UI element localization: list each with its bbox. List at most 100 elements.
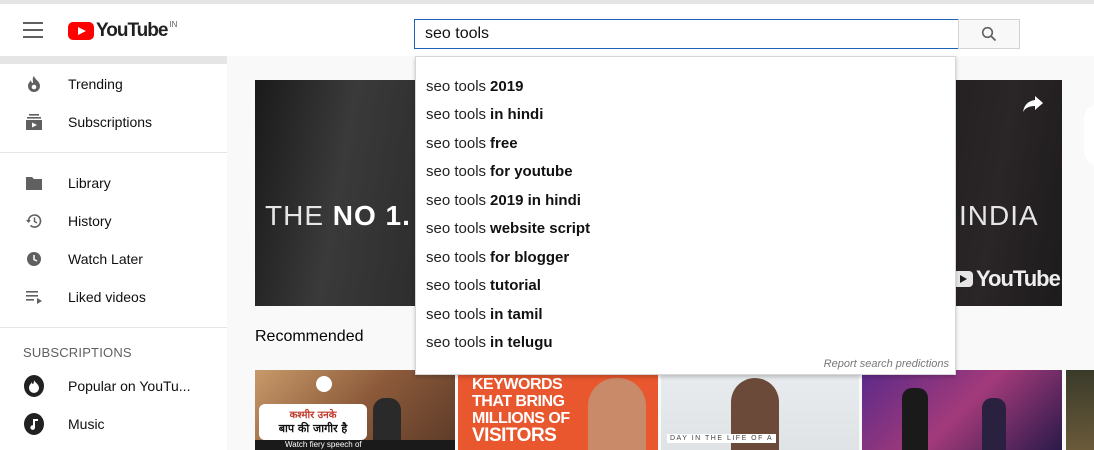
- suggestion-prefix: seo tools: [426, 219, 487, 237]
- sidebar: Trending Subscriptions Library History W…: [0, 56, 227, 450]
- video-thumbnail[interactable]: [1066, 370, 1094, 450]
- hero-youtube-logo: YouTube: [953, 266, 1061, 292]
- hero-logo-text: YouTube: [976, 266, 1061, 291]
- subscription-label: Popular on YouTu...: [68, 378, 191, 394]
- sidebar-item-history[interactable]: History: [0, 202, 227, 240]
- thumbnail-text: बाप की जागीर है: [278, 422, 348, 435]
- sidebar-item-label: Trending: [68, 76, 123, 92]
- suggestion-prefix: seo tools: [426, 105, 487, 123]
- video-thumbnail[interactable]: KEYWORDS THAT BRING MILLIONS OF VISITORS: [458, 370, 658, 450]
- suggestion-item[interactable]: seo tools for youtube: [426, 157, 573, 185]
- sidebar-divider: [0, 152, 227, 153]
- sidebar-item-liked-videos[interactable]: Liked videos: [0, 278, 227, 316]
- suggestion-suffix: in hindi: [490, 105, 544, 123]
- party-logo-icon: [316, 376, 332, 392]
- video-thumbnail[interactable]: कश्मीर उनके बाप की जागीर है Watch fiery …: [255, 370, 455, 450]
- sidebar-item-label: Library: [68, 175, 111, 191]
- suggestion-suffix: for blogger: [490, 248, 570, 266]
- suggestion-item[interactable]: seo tools tutorial: [426, 271, 541, 299]
- suggestion-prefix: seo tools: [426, 248, 487, 266]
- person-figure: [588, 378, 646, 450]
- suggestion-suffix: 2019: [490, 77, 524, 95]
- suggestion-item[interactable]: seo tools in tamil: [426, 300, 543, 328]
- thumbnail-text: VISITORS: [472, 425, 557, 446]
- sidebar-item-label: Subscriptions: [68, 114, 153, 130]
- suggestion-item[interactable]: seo tools in hindi: [426, 100, 543, 128]
- thumbnail-text: KEYWORDS: [472, 376, 563, 393]
- suggestion-suffix: free: [490, 134, 518, 152]
- suggestion-item[interactable]: seo tools in telugu: [426, 328, 553, 356]
- thumbnail-text: THAT BRING: [472, 393, 565, 410]
- library-icon: [24, 173, 44, 193]
- thumbnail-text: कश्मीर उनके: [289, 410, 337, 421]
- carousel-next-button[interactable]: [1084, 104, 1094, 166]
- hero-title-right: INDIA: [959, 200, 1039, 231]
- subscription-item-popular[interactable]: Popular on YouTu...: [0, 367, 227, 405]
- search-input[interactable]: seo tools: [414, 19, 959, 49]
- youtube-play-icon: [953, 271, 973, 287]
- sidebar-item-trending[interactable]: Trending: [0, 65, 227, 103]
- history-icon: [24, 211, 44, 231]
- suggestion-item[interactable]: seo tools free: [426, 129, 518, 157]
- suggestion-suffix: tutorial: [490, 276, 541, 294]
- menu-button[interactable]: [23, 22, 43, 38]
- subscription-label: Music: [68, 416, 105, 432]
- music-note-icon: [24, 413, 44, 435]
- sidebar-scroll-edge: [0, 56, 227, 64]
- video-thumbnail[interactable]: DAY IN THE LIFE OF A: [661, 370, 859, 450]
- sidebar-item-label: Watch Later: [68, 251, 143, 267]
- suggestion-item[interactable]: seo tools website script: [426, 214, 590, 242]
- liked-videos-icon: [24, 287, 44, 307]
- sidebar-divider: [0, 327, 227, 328]
- subscriptions-icon: [24, 112, 44, 132]
- thumbnail-caption: Watch fiery speech of: [255, 440, 455, 450]
- suggestion-item[interactable]: seo tools 2019 in hindi: [426, 186, 581, 214]
- suggestion-prefix: seo tools: [426, 305, 487, 323]
- suggestion-suffix: in telugu: [490, 333, 553, 351]
- popular-channel-icon: [24, 375, 44, 397]
- trending-icon: [24, 74, 44, 94]
- sidebar-item-label: History: [68, 213, 112, 229]
- suggestion-prefix: seo tools: [426, 191, 487, 209]
- sidebar-item-library[interactable]: Library: [0, 164, 227, 202]
- sidebar-item-label: Liked videos: [68, 289, 146, 305]
- recommended-heading: Recommended: [255, 328, 364, 345]
- suggestion-item[interactable]: seo tools for blogger: [426, 243, 569, 271]
- logo-country-code: IN: [169, 19, 178, 29]
- suggestion-suffix: in tamil: [490, 305, 543, 323]
- logo-text: YouTube: [96, 20, 168, 41]
- masthead: YouTube IN seo tools: [0, 4, 1094, 56]
- search-input-value: seo tools: [425, 25, 490, 42]
- avatar: [24, 413, 44, 435]
- search-icon: [981, 26, 997, 42]
- watch-later-icon: [24, 249, 44, 269]
- hero-title-bold: NO 1.: [332, 200, 411, 231]
- youtube-logo[interactable]: YouTube IN: [68, 19, 178, 41]
- performer-figure: [902, 388, 928, 450]
- subscription-item-music[interactable]: Music: [0, 405, 227, 443]
- suggestion-prefix: seo tools: [426, 162, 487, 180]
- hero-title-left: THE NO 1.: [265, 200, 411, 232]
- suggestion-item[interactable]: seo tools 2019: [426, 72, 523, 100]
- video-thumbnail[interactable]: [862, 370, 1062, 450]
- avatar: [24, 375, 44, 397]
- thumbnail-headline: KEYWORDS THAT BRING MILLIONS OF VISITORS: [472, 376, 570, 446]
- sidebar-item-subscriptions[interactable]: Subscriptions: [0, 103, 227, 141]
- hero-title-text: THE: [265, 200, 333, 231]
- thumbnail-caption: DAY IN THE LIFE OF A: [667, 434, 777, 443]
- suggestion-prefix: seo tools: [426, 77, 487, 95]
- youtube-logo-icon: [68, 22, 94, 40]
- suggestion-prefix: seo tools: [426, 276, 487, 294]
- suggestion-suffix: 2019 in hindi: [490, 191, 581, 209]
- suggestion-suffix: for youtube: [490, 162, 573, 180]
- thumbnail-text-card: कश्मीर उनके बाप की जागीर है: [259, 404, 367, 440]
- search-button[interactable]: [958, 19, 1020, 49]
- subscriptions-heading: SUBSCRIPTIONS: [23, 345, 132, 360]
- sidebar-item-watch-later[interactable]: Watch Later: [0, 240, 227, 278]
- suggestion-suffix: website script: [490, 219, 591, 237]
- performer-figure: [982, 398, 1006, 450]
- share-icon[interactable]: [1021, 94, 1045, 114]
- report-search-predictions-link[interactable]: Report search predictions: [824, 358, 949, 370]
- search-suggestions-dropdown: seo tools 2019 seo tools in hindi seo tool…: [415, 56, 956, 375]
- suggestion-prefix: seo tools: [426, 134, 487, 152]
